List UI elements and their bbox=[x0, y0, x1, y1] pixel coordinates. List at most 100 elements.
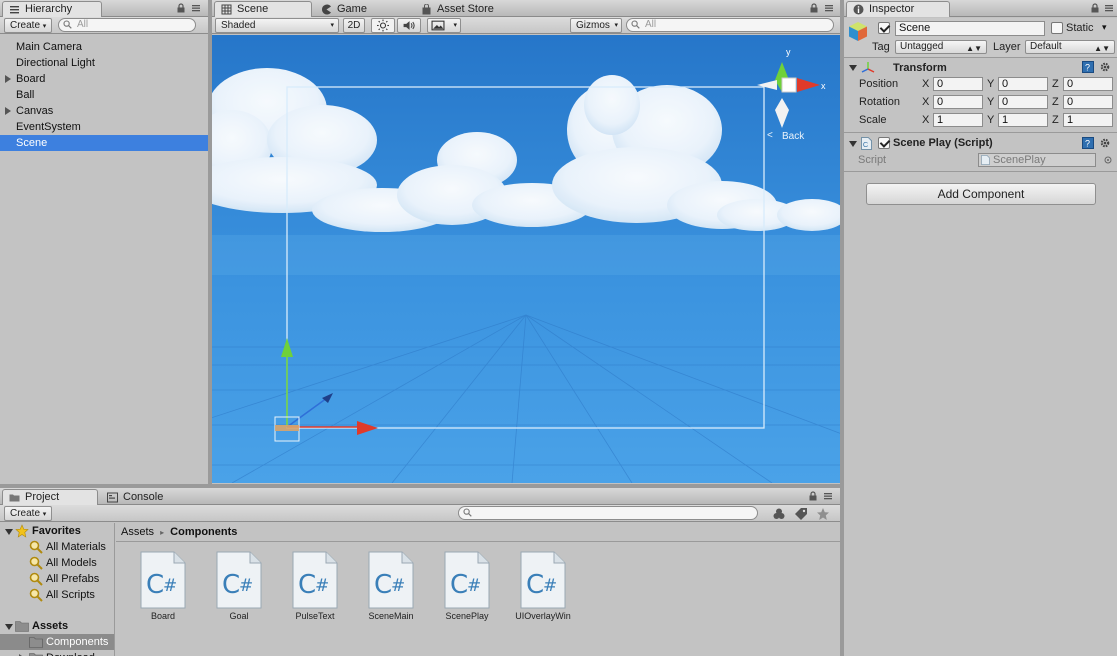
favorite-star-icon[interactable] bbox=[816, 507, 830, 521]
tab-game[interactable]: Game bbox=[314, 1, 412, 17]
object-name-field[interactable]: Scene bbox=[895, 21, 1045, 36]
hierarchy-item[interactable]: Board bbox=[0, 71, 208, 87]
axis-label: Y bbox=[987, 114, 995, 126]
hierarchy-item[interactable]: Ball bbox=[0, 87, 208, 103]
shading-mode-dropdown[interactable]: Shaded ▾ bbox=[215, 18, 339, 33]
transform-x-field[interactable]: 0 bbox=[933, 77, 983, 91]
search-filter-icon bbox=[29, 556, 43, 570]
favorites-section[interactable]: Favorites bbox=[0, 523, 114, 539]
transform-x-field[interactable]: 1 bbox=[933, 113, 983, 127]
tab-inspector[interactable]: Inspector bbox=[846, 1, 950, 17]
lock-icon[interactable] bbox=[808, 491, 818, 501]
maximize-icon[interactable] bbox=[809, 3, 819, 13]
hierarchy-item[interactable]: Canvas bbox=[0, 103, 208, 119]
hierarchy-create-button[interactable]: Create ▾ bbox=[4, 18, 52, 33]
svg-text:C: C bbox=[298, 570, 316, 600]
effects-toggle-button[interactable]: ▾ bbox=[427, 18, 461, 33]
gear-icon[interactable] bbox=[1099, 137, 1111, 149]
hierarchy-search-input[interactable]: All bbox=[58, 18, 196, 32]
asset-file[interactable]: C # SceneMain bbox=[356, 551, 426, 621]
panel-menu-icon[interactable] bbox=[824, 3, 834, 13]
add-component-label: Add Component bbox=[937, 187, 1025, 201]
help-book-icon[interactable]: ? bbox=[1082, 137, 1094, 149]
panel-menu-icon[interactable] bbox=[191, 3, 201, 13]
tab-console[interactable]: Console bbox=[100, 489, 196, 505]
asset-file[interactable]: C # Board bbox=[128, 551, 198, 621]
favorite-item[interactable]: All Models bbox=[0, 555, 114, 571]
scene-search-input[interactable]: All bbox=[626, 18, 834, 32]
scene-tabbar: Scene Game Asset Store bbox=[212, 0, 840, 17]
lock-icon[interactable] bbox=[176, 3, 186, 13]
tab-asset-store[interactable]: Asset Store bbox=[414, 1, 514, 17]
tag-value: Untagged bbox=[900, 41, 944, 52]
gear-icon[interactable] bbox=[1099, 61, 1111, 73]
search-by-label-icon[interactable] bbox=[794, 507, 808, 521]
transform-x-field[interactable]: 0 bbox=[933, 95, 983, 109]
expand-arrow-icon[interactable] bbox=[5, 107, 11, 115]
project-create-button[interactable]: Create ▾ bbox=[4, 506, 52, 521]
info-icon bbox=[853, 4, 864, 15]
toggle-2d-button[interactable]: 2D bbox=[343, 18, 365, 33]
help-book-icon[interactable]: ? bbox=[1082, 61, 1094, 73]
svg-text:C: C bbox=[374, 570, 392, 600]
transform-y-field[interactable]: 0 bbox=[998, 77, 1048, 91]
svg-text:#: # bbox=[391, 576, 405, 596]
search-by-type-icon[interactable] bbox=[772, 507, 786, 521]
transform-y-field[interactable]: 0 bbox=[998, 95, 1048, 109]
object-picker-icon[interactable] bbox=[1104, 156, 1112, 164]
asset-file[interactable]: C # UIOverlayWin bbox=[508, 551, 578, 621]
transform-z-field[interactable]: 0 bbox=[1063, 77, 1113, 91]
transform-z-field[interactable]: 1 bbox=[1063, 113, 1113, 127]
tab-hierarchy[interactable]: Hierarchy bbox=[2, 1, 102, 17]
favorite-item[interactable]: All Prefabs bbox=[0, 571, 114, 587]
search-filter-icon bbox=[29, 572, 43, 586]
svg-text:C: C bbox=[526, 570, 544, 600]
asset-file[interactable]: C # ScenePlay bbox=[432, 551, 502, 621]
script-field[interactable]: ScenePlay bbox=[978, 153, 1096, 167]
static-checkbox[interactable] bbox=[1051, 22, 1063, 34]
panel-menu-icon[interactable] bbox=[1104, 3, 1114, 13]
hierarchy-item[interactable]: Main Camera bbox=[0, 39, 208, 55]
tag-dropdown[interactable]: Untagged ▲▼ bbox=[895, 40, 987, 54]
breadcrumb-components[interactable]: Components bbox=[170, 526, 237, 538]
asset-file-name: Goal bbox=[229, 611, 249, 621]
asset-file[interactable]: C # PulseText bbox=[280, 551, 350, 621]
scene-viewport[interactable]: y x < Back bbox=[212, 35, 840, 483]
gizmos-dropdown[interactable]: Gizmos ▾ bbox=[570, 18, 622, 33]
favorite-item[interactable]: All Materials bbox=[0, 539, 114, 555]
assets-foldout[interactable] bbox=[5, 624, 13, 630]
inspector-panel: Inspector Scene Static ▾ Tag Untagged ▲▼ … bbox=[844, 0, 1117, 656]
lock-icon[interactable] bbox=[1090, 3, 1100, 13]
project-search-input[interactable] bbox=[458, 506, 758, 520]
transform-z-field[interactable]: 0 bbox=[1063, 95, 1113, 109]
static-dropdown-arrow-icon[interactable]: ▾ bbox=[1102, 22, 1107, 33]
hierarchy-item[interactable]: EventSystem bbox=[0, 119, 208, 135]
expand-arrow-icon[interactable] bbox=[5, 75, 11, 83]
transform-y-field[interactable]: 1 bbox=[998, 113, 1048, 127]
lighting-toggle-button[interactable] bbox=[371, 18, 395, 33]
layer-dropdown[interactable]: Default ▲▼ bbox=[1025, 40, 1115, 54]
object-active-checkbox[interactable] bbox=[878, 22, 890, 34]
hierarchy-item[interactable]: Directional Light bbox=[0, 55, 208, 71]
audio-toggle-button[interactable] bbox=[397, 18, 421, 33]
asset-file[interactable]: C # Goal bbox=[204, 551, 274, 621]
favorites-foldout[interactable] bbox=[5, 529, 13, 535]
hierarchy-tabbar: Hierarchy bbox=[0, 0, 208, 17]
add-component-button[interactable]: Add Component bbox=[866, 183, 1096, 205]
asset-folder-item[interactable]: Download bbox=[0, 650, 114, 656]
tab-project[interactable]: Project bbox=[2, 489, 98, 505]
favorite-item[interactable]: All Scripts bbox=[0, 587, 114, 603]
scene-play-script-component: C Scene Play (Script) ? Script ScenePlay bbox=[844, 134, 1117, 172]
assets-section[interactable]: Assets bbox=[0, 618, 114, 634]
tab-scene[interactable]: Scene bbox=[214, 1, 312, 17]
hierarchy-item[interactable]: Scene bbox=[0, 135, 208, 151]
speaker-icon bbox=[403, 21, 415, 30]
asset-folder-item[interactable]: Components bbox=[0, 634, 114, 650]
tab-hierarchy-label: Hierarchy bbox=[25, 3, 73, 15]
breadcrumb-assets[interactable]: Assets bbox=[121, 526, 154, 538]
panel-menu-icon[interactable] bbox=[823, 491, 833, 501]
script-foldout[interactable] bbox=[849, 141, 857, 147]
transform-foldout[interactable] bbox=[849, 65, 857, 71]
gizmo-view-arrow: < bbox=[767, 130, 773, 141]
script-enabled-checkbox[interactable] bbox=[878, 137, 890, 149]
